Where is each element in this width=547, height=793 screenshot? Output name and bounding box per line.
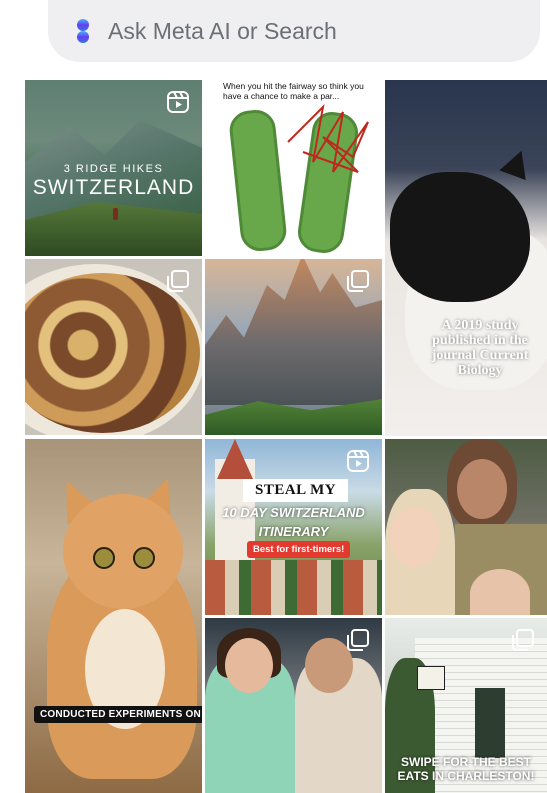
tile-title: 10 DAY SWITZERLAND ITINERARY — [222, 505, 365, 539]
wimbledon-couple-post[interactable] — [205, 618, 382, 793]
reels-icon — [167, 91, 189, 113]
scribble-graphic — [287, 104, 369, 173]
reels-icon — [347, 450, 369, 472]
cat-graphic — [390, 172, 530, 302]
switzerland-itinerary-reel[interactable]: STEAL MY 10 DAY SWITZERLAND ITINERARY Be… — [205, 439, 382, 615]
multiple-photos-icon — [347, 270, 369, 292]
orange-cat-post[interactable]: CONDUCTED EXPERIMENTS ON — [25, 439, 202, 793]
village-roofs-graphic — [205, 560, 382, 615]
multiple-photos-icon — [167, 270, 189, 292]
tile-caption: A 2019 study published in the journal Cu… — [431, 318, 529, 378]
tile-caption: SWIPE FOR THE BEST EATS IN CHARLESTON! — [397, 755, 535, 783]
cat-study-post[interactable]: A 2019 study published in the journal Cu… — [385, 80, 547, 436]
charleston-eats-post[interactable]: SWIPE FOR THE BEST EATS IN CHARLESTON! — [385, 618, 547, 793]
cat-head-graphic — [63, 494, 183, 609]
person-graphic — [470, 569, 530, 615]
multiple-photos-icon — [347, 629, 369, 651]
fairway-graphic — [227, 107, 289, 254]
tile-subtitle: 3 RIDGE HIKES — [63, 163, 164, 175]
tile-badge: Best for first-timers! — [247, 541, 351, 558]
tile-headline: STEAL MY — [243, 479, 349, 502]
golf-fairway-post[interactable]: When you hit the fairway so think you ha… — [205, 80, 382, 256]
cat-eye-graphic — [93, 547, 115, 569]
tile-caption: When you hit the fairway so think you ha… — [223, 81, 364, 101]
meta-ai-icon — [77, 19, 89, 43]
person-face-graphic — [390, 507, 440, 567]
hiker-figure — [113, 208, 118, 220]
tennis-crowd-post[interactable] — [385, 439, 547, 615]
cat-eye-graphic — [133, 547, 155, 569]
church-spire-graphic — [217, 439, 253, 479]
cat-ear-graphic — [499, 145, 535, 181]
multiple-photos-icon — [512, 629, 534, 651]
tile-title: SWITZERLAND — [32, 176, 195, 199]
dolomites-post[interactable] — [205, 259, 382, 435]
search-input[interactable] — [108, 17, 488, 45]
woman-face-graphic — [225, 638, 273, 693]
search-bar[interactable] — [48, 0, 540, 62]
pasta-dish-post[interactable] — [25, 259, 202, 435]
door-graphic — [475, 688, 505, 758]
person-face-graphic — [457, 459, 507, 519]
switzerland-hikes-reel[interactable]: 3 RIDGE HIKES SWITZERLAND — [25, 80, 202, 256]
tile-caption: CONDUCTED EXPERIMENTS ON — [34, 706, 202, 723]
sign-graphic — [417, 666, 445, 690]
